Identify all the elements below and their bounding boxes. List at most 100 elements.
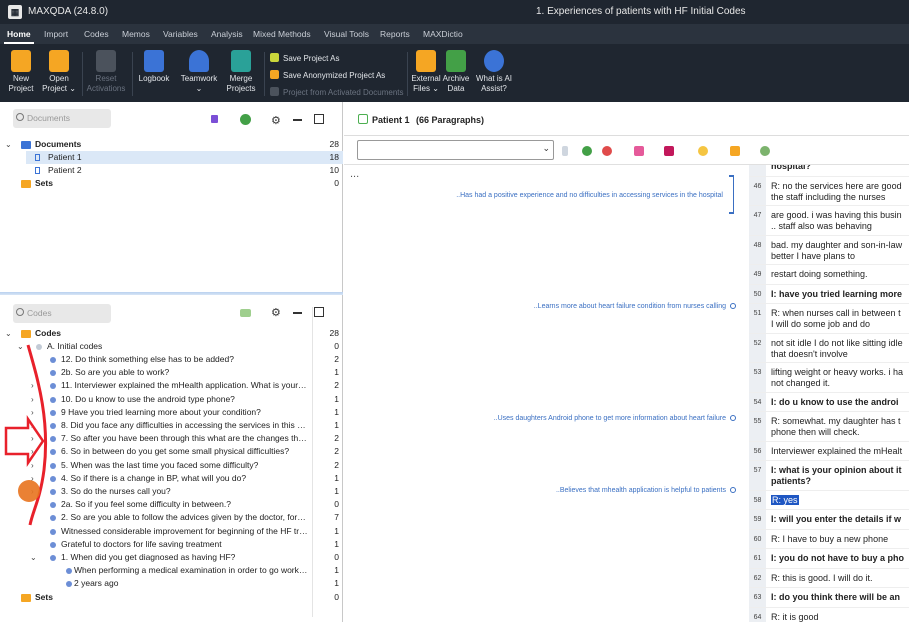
paragraph-number[interactable]: 46 [749, 176, 766, 205]
chevron-right-icon[interactable]: › [31, 419, 34, 432]
paragraph-number[interactable]: 54 [749, 392, 766, 411]
paragraph[interactable]: 63 I: do you think there will be an [749, 588, 909, 608]
document-item-patient-1[interactable]: Patient 1 18 [26, 151, 343, 164]
paragraph[interactable]: 48 bad. my daughter and son-in-law better … [749, 235, 909, 265]
tab-reports[interactable]: Reports [380, 29, 410, 39]
paragraph[interactable]: 56 Interviewer explained the mHealt [749, 441, 909, 461]
document-text[interactable]: hospital? 46 R: no the services here are g… [749, 165, 909, 622]
code-item[interactable]: 2a. So if you feel some difficulty in be… [0, 498, 343, 511]
code-item[interactable]: › 4. So if there is a change in BP, what … [0, 472, 343, 485]
chevron-right-icon[interactable]: › [31, 432, 34, 445]
code-remove-icon[interactable] [602, 146, 612, 156]
save-project-as-button[interactable]: Save Project As [270, 53, 339, 63]
code-item[interactable]: › 6. So in between do you get some small … [0, 445, 343, 458]
paragraph[interactable]: 46 R: no the services here are good the st… [749, 176, 909, 206]
merge-projects-button[interactable]: Merge Projects [222, 50, 260, 94]
paragraph[interactable]: 64 R: it is good [749, 607, 909, 622]
paragraph-number[interactable]: 53 [749, 363, 766, 392]
paragraph-number[interactable]: 48 [749, 235, 766, 264]
code-item[interactable]: Witnessed considerable improvement for b… [0, 525, 343, 538]
gear-icon[interactable]: ⚙ [271, 306, 281, 319]
code-sets[interactable]: Sets 0 [0, 591, 343, 604]
paragraph[interactable]: 53 lifting weight or heavy works. i ha not… [749, 363, 909, 393]
new-document-icon[interactable] [211, 115, 218, 123]
ai-assist-button[interactable]: What is AI Assist? [474, 50, 514, 94]
paragraph[interactable]: 55 R: somewhat. my daughter has t phone th… [749, 412, 909, 442]
coding-stripe[interactable] [733, 175, 734, 213]
minimize-icon[interactable] [293, 119, 302, 121]
document-sets[interactable]: Sets 0 [0, 177, 343, 190]
paragraph-number[interactable]: 63 [749, 588, 766, 607]
paragraph[interactable]: 62 R: this is good. I will do it. [749, 568, 909, 588]
paragraph[interactable]: 59 I: will you enter the details if w [749, 510, 909, 530]
chevron-right-icon[interactable]: › [31, 472, 34, 485]
tab-analysis[interactable]: Analysis [211, 29, 243, 39]
chevron-down-icon[interactable]: ⌄ [5, 327, 12, 340]
gear-icon[interactable]: ⚙ [271, 114, 281, 127]
paragraph[interactable]: 47 are good. i was having this busin.. st… [749, 206, 909, 236]
tab-memos[interactable]: Memos [122, 29, 150, 39]
tab-variables[interactable]: Variables [163, 29, 198, 39]
reset-activations-button[interactable]: Reset Activations [84, 50, 128, 94]
edit-pencil-icon[interactable] [358, 114, 368, 124]
color-marker-icon[interactable] [664, 146, 674, 156]
paragraph[interactable]: 52 not sit idle I do not like sitting idl… [749, 333, 909, 363]
paragraph-number[interactable]: 61 [749, 549, 766, 568]
add-icon[interactable] [240, 114, 251, 125]
coding-marker-icon[interactable] [730, 487, 736, 493]
chevron-right-icon[interactable]: › [31, 485, 34, 498]
logbook-button[interactable]: Logbook [134, 50, 174, 84]
external-files-button[interactable]: External Files ⌄ [409, 50, 443, 94]
minimize-icon[interactable] [293, 312, 302, 314]
chevron-down-icon[interactable]: ⌄ [17, 340, 24, 353]
paragraph-number[interactable]: 60 [749, 529, 766, 548]
paragraph-number[interactable]: 52 [749, 333, 766, 362]
code-add-icon[interactable] [582, 146, 592, 156]
link-icon[interactable] [760, 146, 770, 156]
paragraph[interactable]: 50 I: have you tried learning more [749, 284, 909, 304]
new-project-button[interactable]: New Project [6, 50, 36, 94]
paragraph-number[interactable]: 57 [749, 461, 766, 490]
maximize-icon[interactable] [314, 114, 324, 124]
chevron-right-icon[interactable]: › [31, 445, 34, 458]
code-item[interactable]: 12. Do think something else has to be ad… [0, 353, 343, 366]
pane-splitter[interactable] [0, 292, 343, 295]
code-item[interactable]: › 5. When was the last time you faced som… [0, 459, 343, 472]
maximize-icon[interactable] [314, 307, 324, 317]
chevron-down-icon[interactable]: ⌄ [5, 138, 12, 151]
paragraph-number[interactable]: 55 [749, 412, 766, 441]
highlight-code-icon[interactable] [634, 146, 644, 156]
paragraph[interactable]: 51 R: when nurses call in between tI will… [749, 304, 909, 334]
codes-search-input[interactable]: Codes [13, 304, 111, 323]
coding-marker-icon[interactable] [730, 415, 736, 421]
paragraph-number[interactable]: 47 [749, 206, 766, 235]
tab-mixed-methods[interactable]: Mixed Methods [253, 29, 311, 39]
paragraph-number[interactable]: 59 [749, 510, 766, 529]
code-item[interactable]: › 10. Do u know to use the android type p… [0, 393, 343, 406]
code-item[interactable]: › 3. So do the nurses call you? 1 [0, 485, 343, 498]
quick-code-select[interactable]: ⌄ [357, 140, 554, 160]
emoticon-icon[interactable] [698, 146, 708, 156]
chevron-right-icon[interactable]: › [31, 459, 34, 472]
tab-home[interactable]: Home [7, 29, 31, 39]
code-item[interactable]: When performing a medical examination in… [0, 564, 343, 577]
paragraph-number[interactable]: 50 [749, 284, 766, 303]
tab-visual-tools[interactable]: Visual Tools [324, 29, 369, 39]
code-item[interactable]: › 7. So after you have been through this … [0, 432, 343, 445]
code-item[interactable]: 2 years ago 1 [0, 577, 343, 590]
paragraph-number[interactable]: 64 [749, 607, 766, 622]
paragraph-number[interactable]: 51 [749, 304, 766, 333]
paragraph-number[interactable]: 49 [749, 265, 766, 284]
documents-root[interactable]: ⌄ Documents 28 [0, 138, 343, 151]
tab-import[interactable]: Import [44, 29, 68, 39]
paragraph[interactable]: 61 I: you do not have to buy a pho [749, 549, 909, 569]
code-item[interactable]: ⌄ 1. When did you get diagnosed as having… [0, 551, 343, 564]
memo-line-4[interactable]: ..Believes that mhealth application is h… [556, 487, 726, 494]
chevron-right-icon[interactable]: › [31, 393, 34, 406]
teamwork-button[interactable]: Teamwork ⌄ [178, 50, 220, 94]
code-item[interactable]: › 11. Interviewer explained the mHealth a… [0, 379, 343, 392]
tab-codes[interactable]: Codes [84, 29, 109, 39]
coding-marker-icon[interactable] [730, 303, 736, 309]
memo-line-3[interactable]: ..Uses daughters Android phone to get mo… [494, 415, 726, 422]
memo-line-2[interactable]: ..Learns more about heart failure condit… [534, 303, 726, 310]
